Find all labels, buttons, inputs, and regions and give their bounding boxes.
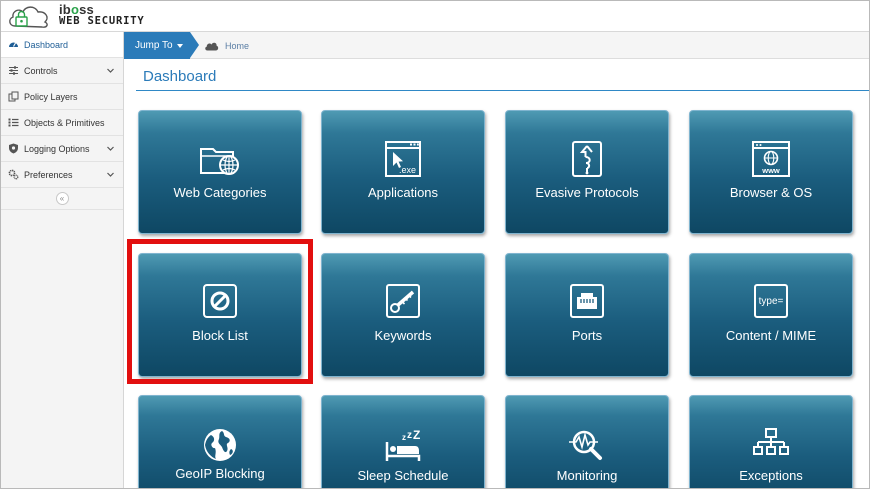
- tile-label: Web Categories: [173, 185, 267, 200]
- chevron-down-icon: [107, 68, 114, 73]
- toolbar: Jump To Home: [124, 32, 869, 59]
- globe-icon: [204, 429, 236, 461]
- network-port-icon: [570, 284, 604, 318]
- sidebar-item-label: Logging Options: [24, 143, 90, 154]
- tile-applications[interactable]: .exe Applications: [321, 110, 485, 234]
- sidebar-item-label: Dashboard: [24, 39, 69, 50]
- browser-www-icon: www: [752, 141, 790, 177]
- sidebar-item-preferences[interactable]: Preferences: [1, 162, 123, 188]
- svg-text:.exe: .exe: [399, 165, 416, 175]
- tile-browser-os[interactable]: www Browser & OS: [689, 110, 853, 234]
- sidebar-collapse-button[interactable]: «: [55, 192, 69, 205]
- sidebar-item-label: Objects & Primitives: [24, 117, 105, 128]
- sidebar-item-policy-layers[interactable]: Policy Layers: [1, 84, 123, 110]
- iboss-cloud-lock-logo-icon: [9, 6, 48, 28]
- chevron-down-icon: [107, 146, 114, 151]
- jump-to-label: Jump To: [135, 40, 173, 51]
- tile-ports[interactable]: Ports: [505, 253, 669, 377]
- cloud-icon: [205, 42, 219, 50]
- tile-geoip-blocking[interactable]: GeoIP Blocking: [138, 395, 302, 488]
- sleep-bed-icon: z z Z: [385, 430, 420, 461]
- type-mime-icon: type=: [754, 284, 788, 318]
- sidebar-item-controls[interactable]: Controls: [1, 58, 123, 84]
- chevron-down-icon: [107, 172, 114, 177]
- folder-globe-icon: [200, 148, 239, 175]
- gears-icon: [8, 169, 19, 180]
- svg-text:www: www: [761, 166, 780, 175]
- tile-label: Keywords: [374, 328, 432, 343]
- title-divider: [136, 90, 869, 91]
- hierarchy-icon: [753, 428, 789, 455]
- tile-label: GeoIP Blocking: [175, 466, 265, 481]
- monitoring-magnifier-icon: [569, 430, 602, 460]
- list-icon: [8, 117, 19, 128]
- tile-label: Sleep Schedule: [357, 468, 449, 483]
- tile-exceptions[interactable]: Exceptions: [689, 395, 853, 488]
- tile-label: Evasive Protocols: [535, 185, 639, 200]
- app-window: iboss WEB SECURITY Dashboard Controls Po…: [0, 0, 870, 489]
- tile-label: Content / MIME: [725, 328, 817, 343]
- evasive-protocol-icon: [572, 141, 602, 177]
- exe-window-icon: .exe: [385, 141, 421, 177]
- tile-web-categories[interactable]: Web Categories: [138, 110, 302, 234]
- breadcrumb-home-label: Home: [225, 40, 250, 51]
- brand-subtitle: WEB SECURITY: [59, 15, 145, 27]
- tile-evasive-protocols[interactable]: Evasive Protocols: [505, 110, 669, 234]
- jump-to-arrow: [190, 32, 199, 58]
- tile-keywords[interactable]: Keywords: [321, 253, 485, 377]
- sidebar-collapse-row: «: [1, 188, 123, 210]
- sidebar: Dashboard Controls Policy Layers Objects…: [1, 32, 124, 488]
- dashboard-gauge-icon: [8, 39, 19, 50]
- sidebar-item-logging-options[interactable]: Logging Options: [1, 136, 123, 162]
- tile-label: Exceptions: [739, 468, 803, 483]
- app-header: iboss WEB SECURITY: [1, 1, 869, 32]
- shield-icon: [8, 143, 19, 154]
- svg-text:type=: type=: [759, 296, 784, 307]
- tile-label: Browser & OS: [729, 185, 813, 200]
- jump-to-button[interactable]: Jump To: [124, 32, 190, 59]
- keyword-key-icon: [386, 284, 420, 318]
- breadcrumb-home[interactable]: Home: [204, 32, 249, 59]
- sidebar-item-dashboard[interactable]: Dashboard: [1, 32, 123, 58]
- caret-down-icon: [176, 43, 183, 48]
- page-title: Dashboard: [143, 68, 217, 85]
- sidebar-item-label: Policy Layers: [24, 91, 78, 102]
- svg-text:z: z: [402, 433, 406, 442]
- tile-label: Applications: [367, 185, 439, 200]
- svg-text:z: z: [407, 430, 412, 441]
- tile-label: Ports: [571, 328, 603, 343]
- tile-sleep-schedule[interactable]: z z Z Sleep Schedule: [321, 395, 485, 488]
- block-list-highlight-box: [127, 239, 313, 384]
- sidebar-item-label: Preferences: [24, 169, 73, 180]
- sliders-icon: [8, 65, 19, 76]
- sidebar-item-objects-primitives[interactable]: Objects & Primitives: [1, 110, 123, 136]
- tile-content-mime[interactable]: type= Content / MIME: [689, 253, 853, 377]
- tile-monitoring[interactable]: Monitoring: [505, 395, 669, 488]
- layers-icon: [8, 91, 19, 102]
- sidebar-item-label: Controls: [24, 65, 58, 76]
- tile-label: Monitoring: [556, 468, 618, 483]
- svg-text:Z: Z: [413, 430, 420, 442]
